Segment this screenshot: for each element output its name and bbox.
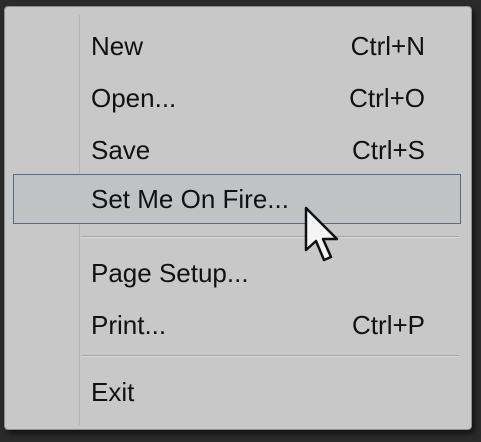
menu-item-label: New bbox=[91, 31, 144, 61]
menu-item-label: Page Setup... bbox=[91, 258, 249, 288]
menu-item-print[interactable]: Print... Ctrl+P bbox=[13, 302, 461, 348]
menu-item-shortcut: Ctrl+O bbox=[349, 83, 425, 113]
menu-separator bbox=[81, 236, 459, 238]
menu-item-shortcut: Ctrl+N bbox=[350, 31, 425, 61]
menu-item-label: Set Me On Fire... bbox=[91, 184, 289, 214]
arrow-pointer-icon bbox=[304, 206, 339, 262]
file-context-menu: New Ctrl+N Open... Ctrl+O Save Ctrl+S Se… bbox=[4, 6, 472, 430]
menu-item-save[interactable]: Save Ctrl+S bbox=[13, 127, 461, 173]
menu-item-open[interactable]: Open... Ctrl+O bbox=[13, 75, 461, 121]
menu-item-label: Open... bbox=[91, 83, 177, 113]
menu-item-set-me-on-fire[interactable]: Set Me On Fire... bbox=[13, 174, 461, 224]
menu-item-label: Print... bbox=[91, 310, 167, 340]
menu-item-shortcut: Ctrl+S bbox=[352, 135, 425, 165]
menu-item-shortcut: Ctrl+P bbox=[352, 310, 425, 340]
menu-item-page-setup[interactable]: Page Setup... bbox=[13, 250, 461, 296]
menu-item-new[interactable]: New Ctrl+N bbox=[13, 23, 461, 69]
menu-separator bbox=[81, 355, 459, 357]
menu-item-exit[interactable]: Exit bbox=[13, 369, 461, 415]
menu-item-label: Save bbox=[91, 135, 151, 165]
menu-item-label: Exit bbox=[91, 377, 135, 407]
